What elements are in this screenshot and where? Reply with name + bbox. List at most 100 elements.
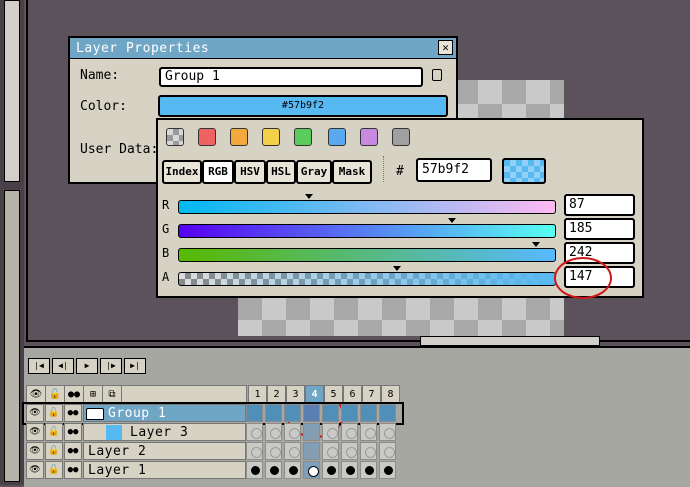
cel-5[interactable] xyxy=(322,423,339,441)
folder-icon[interactable] xyxy=(86,408,104,420)
swatch-green[interactable] xyxy=(294,128,312,146)
cel-8[interactable] xyxy=(379,461,396,479)
frame-header-8[interactable]: 8 xyxy=(381,385,400,404)
cel-5[interactable] xyxy=(322,404,339,422)
a-slider[interactable] xyxy=(178,272,556,286)
cel-3[interactable] xyxy=(284,423,301,441)
mode-hsv-button[interactable]: HSV xyxy=(234,160,266,184)
hex-input[interactable]: 57b9f2 xyxy=(416,158,492,182)
cel-4[interactable] xyxy=(303,461,320,479)
next-frame-icon[interactable]: |▶ xyxy=(100,358,122,374)
cel-4[interactable] xyxy=(303,404,320,422)
layer-row[interactable]: 👁 🔓 ●● Layer 2 xyxy=(24,442,426,461)
cel-4[interactable] xyxy=(303,423,320,441)
frame-header-7[interactable]: 7 xyxy=(362,385,381,404)
dialog-title-bar[interactable]: Layer Properties ✕ xyxy=(70,38,456,59)
frame-header-1[interactable]: 1 xyxy=(248,385,267,404)
mode-rgb-button[interactable]: RGB xyxy=(202,160,234,184)
cel-5[interactable] xyxy=(322,461,339,479)
mode-hsl-button[interactable]: HSL xyxy=(266,160,296,184)
cel-4[interactable] xyxy=(303,442,320,460)
eye-icon[interactable]: 👁 xyxy=(26,461,44,479)
layer-name-cell[interactable]: Group 1 xyxy=(83,404,246,422)
frame-header-2[interactable]: 2 xyxy=(267,385,286,404)
lock-icon[interactable]: 🔓 xyxy=(45,423,63,441)
vertical-scrollbar[interactable] xyxy=(4,0,20,182)
cel-8[interactable] xyxy=(379,423,396,441)
swatch-blue[interactable] xyxy=(328,128,346,146)
continuous-icon[interactable]: ●● xyxy=(64,385,84,404)
layer-tree-icon[interactable]: ⊞ xyxy=(83,385,103,404)
layer-row[interactable]: 👁 🔓 ●● Group 1 xyxy=(22,402,404,425)
continuous-icon[interactable]: ●● xyxy=(64,404,82,422)
cel-6[interactable] xyxy=(341,404,358,422)
cel-8[interactable] xyxy=(379,404,396,422)
cel-1[interactable] xyxy=(246,404,263,422)
name-input[interactable]: Group 1 xyxy=(159,67,423,87)
lock-icon[interactable]: 🔓 xyxy=(45,461,63,479)
continuous-icon[interactable]: ●● xyxy=(64,423,82,441)
swatch-purple[interactable] xyxy=(360,128,378,146)
cel-1[interactable] xyxy=(246,442,263,460)
cel-2[interactable] xyxy=(265,461,282,479)
cel-3[interactable] xyxy=(284,404,301,422)
g-slider-handle[interactable] xyxy=(448,218,456,223)
cel-7[interactable] xyxy=(360,423,377,441)
continuous-icon[interactable]: ●● xyxy=(64,442,82,460)
cel-7[interactable] xyxy=(360,461,377,479)
layer-name-cell[interactable]: Layer 2 xyxy=(83,442,246,460)
cel-1[interactable] xyxy=(246,461,263,479)
layer-row[interactable]: 👁 🔓 ●● Layer 1 xyxy=(24,461,426,480)
mode-mask-button[interactable]: Mask xyxy=(332,160,372,184)
layer-row[interactable]: 👁 🔓 ●● Layer 3 xyxy=(24,423,426,442)
last-frame-icon[interactable]: ▶| xyxy=(124,358,146,374)
first-frame-icon[interactable]: |◀ xyxy=(28,358,50,374)
horizontal-scrollbar[interactable] xyxy=(420,336,600,346)
frame-header-6[interactable]: 6 xyxy=(343,385,362,404)
cel-2[interactable] xyxy=(265,423,282,441)
swatch-gray[interactable] xyxy=(392,128,410,146)
r-slider-handle[interactable] xyxy=(305,194,313,199)
eye-icon[interactable]: 👁 xyxy=(26,404,44,422)
mode-index-button[interactable]: Index xyxy=(162,160,202,184)
prev-frame-icon[interactable]: ◀| xyxy=(52,358,74,374)
cel-2[interactable] xyxy=(265,442,282,460)
mode-gray-button[interactable]: Gray xyxy=(296,160,332,184)
frame-header-3[interactable]: 3 xyxy=(286,385,305,404)
cel-7[interactable] xyxy=(360,442,377,460)
a-slider-handle[interactable] xyxy=(393,266,401,271)
play-icon[interactable]: ▶ xyxy=(76,358,98,374)
swatch-orange[interactable] xyxy=(230,128,248,146)
cel-1[interactable] xyxy=(246,423,263,441)
cel-3[interactable] xyxy=(284,461,301,479)
cel-6[interactable] xyxy=(341,423,358,441)
lock-icon[interactable]: 🔓 xyxy=(45,404,63,422)
layer-name-cell[interactable]: Layer 1 xyxy=(83,461,246,479)
b-slider[interactable] xyxy=(178,248,556,262)
eye-icon[interactable]: 👁 xyxy=(26,423,44,441)
eye-icon[interactable]: 👁 xyxy=(26,442,44,460)
r-value-input[interactable]: 87 xyxy=(564,194,635,216)
cel-8[interactable] xyxy=(379,442,396,460)
cel-3[interactable] xyxy=(284,442,301,460)
lock-icon[interactable]: 🔓 xyxy=(45,385,65,404)
user-data-toggle-icon[interactable] xyxy=(432,69,442,81)
swatch-transparent[interactable] xyxy=(166,128,184,146)
continuous-icon[interactable]: ●● xyxy=(64,461,82,479)
eye-icon[interactable]: 👁 xyxy=(26,385,46,404)
cel-5[interactable] xyxy=(322,442,339,460)
color-picker-button[interactable]: #57b9f2 xyxy=(158,95,448,117)
g-value-input[interactable]: 185 xyxy=(564,218,635,240)
swatch-red[interactable] xyxy=(198,128,216,146)
vertical-scrollbar-lower[interactable] xyxy=(4,190,20,482)
layer-name-cell[interactable]: Layer 3 xyxy=(83,423,246,441)
cel-2[interactable] xyxy=(265,404,282,422)
g-slider[interactable] xyxy=(178,224,556,238)
lock-icon[interactable]: 🔓 xyxy=(45,442,63,460)
onion-skin-icon[interactable]: ⧉ xyxy=(102,385,122,404)
frame-header-5[interactable]: 5 xyxy=(324,385,343,404)
cel-6[interactable] xyxy=(341,442,358,460)
b-slider-handle[interactable] xyxy=(532,242,540,247)
frame-header-4[interactable]: 4 xyxy=(305,385,324,404)
cel-6[interactable] xyxy=(341,461,358,479)
